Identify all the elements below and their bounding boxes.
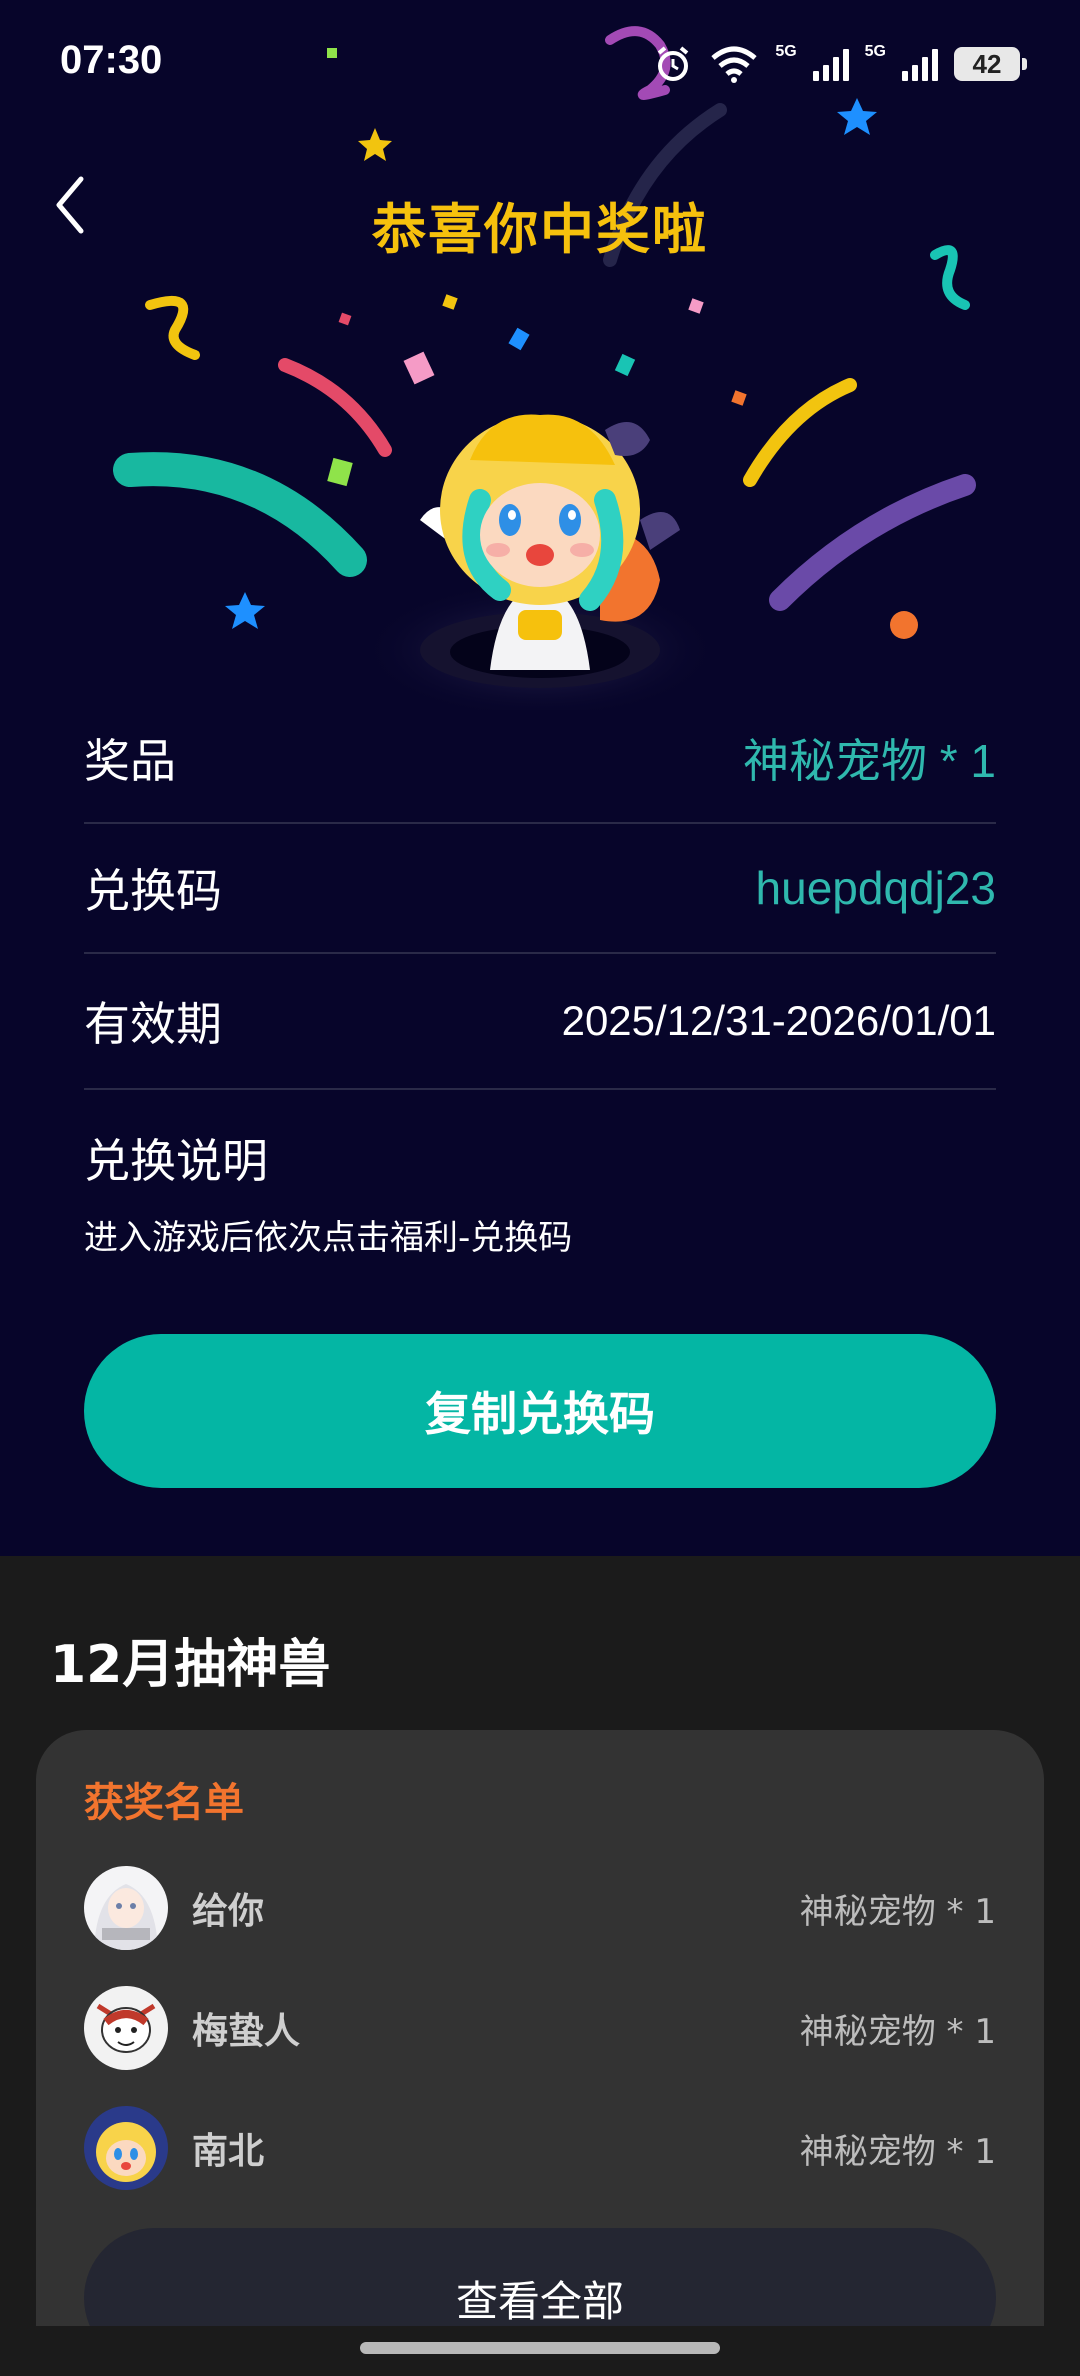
prize-hero-section: 07:30 5G 5G 42 恭喜你中奖啦 奖品 神秘宠物 * 1 兑换码 hu… — [0, 0, 1080, 1556]
status-icons: 5G 5G 42 — [653, 36, 1027, 92]
page-title: 恭喜你中奖啦 — [372, 198, 708, 261]
alarm-icon — [658, 46, 689, 81]
code-label: 兑换码 — [84, 864, 222, 918]
prize-value: 神秘宠物 * 1 — [742, 735, 996, 787]
mascot-illustration — [360, 414, 720, 710]
winner-name: 梅蛰人 — [192, 2011, 301, 2052]
status-bar: 07:30 5G 5G 42 — [0, 0, 1080, 130]
winner-prize: 神秘宠物 * 1 — [799, 1891, 996, 1932]
avatar — [84, 2106, 168, 2190]
winner-name: 给你 — [192, 1891, 265, 1932]
validity-value: 2025/12/31-2026/01/01 — [561, 997, 996, 1044]
validity-label: 有效期 — [84, 997, 222, 1051]
home-indicator[interactable] — [360, 2342, 720, 2354]
winners-heading: 获奖名单 — [84, 1780, 244, 1826]
wifi-icon — [711, 46, 757, 83]
signal-icon — [812, 47, 849, 81]
winner-row: 南北 神秘宠物 * 1 — [84, 2098, 996, 2198]
winner-prize: 神秘宠物 * 1 — [799, 2131, 996, 2172]
status-time: 07:30 — [60, 38, 163, 82]
copy-code-button[interactable]: 复制兑换码 — [84, 1334, 996, 1488]
validity-row: 有效期 2025/12/31-2026/01/01 — [84, 954, 996, 1090]
avatar — [84, 1986, 168, 2070]
winner-row: 给你 神秘宠物 * 1 — [84, 1858, 996, 1958]
prize-label: 奖品 — [84, 734, 176, 788]
winner-name: 南北 — [192, 2131, 265, 2172]
battery-icon: 42 — [954, 47, 1027, 81]
winners-card: 获奖名单 给你 神秘宠物 * 1 梅蛰人 神秘宠物 * 1 南北 神秘宠物 * … — [36, 1730, 1044, 2376]
winner-row: 梅蛰人 神秘宠物 * 1 — [84, 1978, 996, 2078]
network-type-label: 5G — [775, 43, 797, 60]
instructions-title: 兑换说明 — [84, 1134, 268, 1188]
avatar — [84, 1866, 168, 1950]
event-title: 12月抽神兽 — [50, 1635, 331, 1695]
network-type-label-2: 5G — [864, 43, 886, 60]
instructions-text: 进入游戏后依次点击福利-兑换码 — [84, 1218, 573, 1258]
prize-row: 奖品 神秘宠物 * 1 — [84, 694, 996, 824]
code-row: 兑换码 huepdqdj23 — [84, 824, 996, 954]
signal-icon-2 — [902, 47, 938, 81]
winner-prize: 神秘宠物 * 1 — [799, 2011, 996, 2052]
redeem-code-value: huepdqdj23 — [755, 862, 996, 914]
